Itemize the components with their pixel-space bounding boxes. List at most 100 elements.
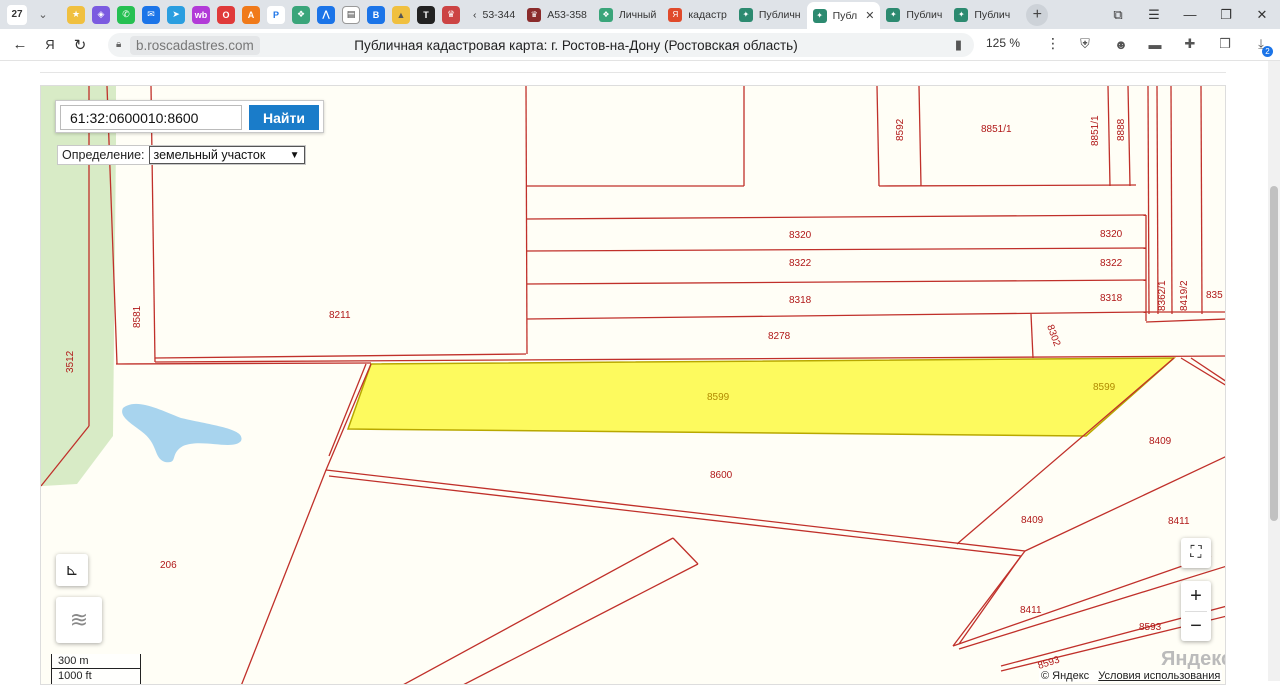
definition-label: Определение: bbox=[62, 148, 145, 162]
wildberries-icon[interactable]: wb bbox=[192, 5, 210, 24]
terms-link[interactable]: Условия использования bbox=[1098, 670, 1220, 682]
parcel-label: 8320 bbox=[1100, 229, 1123, 240]
tab-4[interactable]: Я кадастр bbox=[662, 3, 733, 27]
parcel-label: 8409 bbox=[1149, 436, 1172, 447]
selected-parcel-label: 8599 bbox=[1093, 382, 1116, 393]
yandex-logo: Яндекс bbox=[1161, 648, 1226, 670]
parcel-label: 8581 bbox=[132, 305, 143, 328]
folder-icon[interactable]: ▲ bbox=[392, 5, 410, 24]
parcel-label: 8593 bbox=[1139, 622, 1162, 633]
tab-1[interactable]: ‹ 53-344 bbox=[467, 3, 521, 27]
zoom-out-button[interactable]: − bbox=[1190, 612, 1202, 641]
map-canvas[interactable]: 8592 8851/1 8851/1 8888 8320 8320 8322 8… bbox=[41, 86, 1226, 685]
page-content: 8592 8851/1 8851/1 8888 8320 8320 8322 8… bbox=[0, 61, 1268, 685]
yandex-icon: Я bbox=[668, 7, 683, 22]
tab-2[interactable]: ♛ А53-358 bbox=[521, 3, 593, 27]
menu-icon[interactable]: ☰ bbox=[1136, 7, 1172, 23]
extension-avatar-icon[interactable]: ☻ bbox=[1112, 35, 1130, 53]
parcel-label: 3512 bbox=[65, 350, 76, 373]
b-icon[interactable]: B bbox=[367, 5, 385, 24]
apps-icon: ❖ bbox=[598, 7, 613, 22]
cadastral-number-input[interactable] bbox=[60, 105, 242, 130]
parcel-label: 8362/1 bbox=[1157, 280, 1168, 311]
tab-8[interactable]: ✦ Публич bbox=[948, 3, 1016, 27]
arrow-icon[interactable]: ⋀ bbox=[317, 5, 335, 24]
page-scrollbar[interactable] bbox=[1268, 61, 1280, 681]
parcel-label: 8592 bbox=[895, 118, 906, 141]
whatsapp-icon[interactable]: ✆ bbox=[117, 5, 135, 24]
close-window-icon[interactable]: ✕ bbox=[1244, 7, 1280, 23]
parcel-label: 8302 bbox=[1044, 323, 1062, 348]
hat-icon[interactable]: ▬ bbox=[1146, 35, 1164, 53]
shield-icon[interactable]: ⛨ bbox=[1076, 35, 1094, 53]
parcel-label: 8322 bbox=[1100, 258, 1123, 269]
tab-active[interactable]: ✦ Публ ✕ bbox=[806, 2, 881, 29]
parcel-label: 8888 bbox=[1116, 118, 1127, 141]
parcel-label: 8411 bbox=[1168, 516, 1190, 527]
chevron-down-icon[interactable]: ⌄ bbox=[33, 5, 53, 25]
tab-3[interactable]: ❖ Личный bbox=[593, 3, 662, 27]
cadastral-map[interactable]: 8592 8851/1 8851/1 8888 8320 8320 8322 8… bbox=[40, 85, 1226, 685]
ruler-button[interactable]: ⊾ bbox=[56, 554, 88, 586]
tab-search-icon[interactable]: ⧉ bbox=[1100, 7, 1136, 23]
collections-icon[interactable]: ❒ bbox=[1216, 35, 1234, 53]
aliexpress-icon[interactable]: A bbox=[242, 5, 260, 24]
mail-icon[interactable]: ✉ bbox=[142, 5, 160, 24]
cube-icon[interactable]: ◈ bbox=[92, 5, 110, 24]
parcel-label: 8320 bbox=[789, 230, 812, 241]
find-button[interactable]: Найти bbox=[249, 105, 319, 130]
p-icon[interactable]: P bbox=[267, 5, 285, 24]
document-icon[interactable]: ▤ bbox=[342, 5, 360, 24]
tv-icon[interactable]: T bbox=[417, 5, 435, 24]
water-body bbox=[122, 403, 242, 463]
downloads-badge: 2 bbox=[1262, 46, 1273, 57]
emblem-icon[interactable]: ♛ bbox=[442, 5, 460, 24]
yandex-button[interactable]: Я bbox=[40, 35, 60, 55]
fullscreen-button[interactable]: ⛶ bbox=[1181, 538, 1211, 568]
parcel-label: 206 bbox=[160, 560, 177, 571]
parcel-label: 8322 bbox=[789, 258, 812, 269]
cadastre-icon: ✦ bbox=[738, 7, 753, 22]
definition-select[interactable]: земельный участок ▼ bbox=[148, 146, 305, 164]
close-icon[interactable]: ✕ bbox=[865, 9, 874, 22]
window-controls: ⧉ ☰ — ❐ ✕ bbox=[1100, 0, 1280, 29]
restore-icon[interactable]: ❐ bbox=[1208, 7, 1244, 23]
tab-counter[interactable]: 27 bbox=[7, 4, 27, 25]
address-domain: b.roscadastres.com bbox=[130, 35, 260, 55]
more-icon[interactable]: ⋮ bbox=[1046, 35, 1060, 52]
tab-7[interactable]: ✦ Публич bbox=[880, 3, 948, 27]
star-icon[interactable]: ★ bbox=[67, 5, 85, 24]
puzzle-icon[interactable]: ✚ bbox=[1181, 35, 1199, 53]
zoom-level[interactable]: 125 % bbox=[986, 36, 1020, 50]
back-icon[interactable]: ← bbox=[10, 35, 30, 55]
address-bar[interactable]: 🔒︎ b.roscadastres.com Публичная кадастро… bbox=[108, 33, 974, 57]
layers-button[interactable]: ≋ bbox=[56, 597, 102, 643]
lock-icon[interactable]: 🔒︎ bbox=[116, 39, 126, 51]
selected-parcel-8599[interactable] bbox=[346, 357, 1176, 437]
chevron-left-icon: ‹ bbox=[473, 8, 477, 21]
ozon-icon[interactable]: O bbox=[217, 5, 235, 24]
new-tab-button[interactable]: + bbox=[1026, 3, 1049, 26]
browser-tab-strip: 27 ⌄ ★ ◈ ✆ ✉ ➤ wb O A P ❖ ⋀ ▤ B ▲ T ♛ ‹ … bbox=[0, 0, 1280, 29]
divider bbox=[40, 72, 1226, 73]
address-page-title: Публичная кадастровая карта: г. Ростов-н… bbox=[354, 37, 798, 53]
telegram-icon[interactable]: ➤ bbox=[167, 5, 185, 24]
minimize-icon[interactable]: — bbox=[1172, 7, 1208, 22]
tab-5[interactable]: ✦ Публичн bbox=[733, 3, 807, 27]
layers-icon: ≋ bbox=[69, 607, 89, 632]
reload-icon[interactable]: ↻ bbox=[70, 35, 90, 55]
zoom-in-button[interactable]: + bbox=[1190, 581, 1202, 611]
scale-metric: 300 m bbox=[51, 654, 141, 669]
emblem-icon: ♛ bbox=[527, 7, 542, 22]
apps-icon[interactable]: ❖ bbox=[292, 5, 310, 24]
zoom-control: + − bbox=[1181, 581, 1211, 641]
scrollbar-thumb[interactable] bbox=[1270, 186, 1278, 521]
cadastre-icon: ✦ bbox=[812, 8, 827, 23]
cadastre-icon: ✦ bbox=[954, 7, 969, 22]
bookmark-icon[interactable]: ▮ bbox=[955, 37, 962, 53]
parcel-label: 8600 bbox=[710, 470, 733, 481]
scale-bar: 300 m 1000 ft bbox=[51, 654, 141, 684]
pinned-tabs: ★ ◈ ✆ ✉ ➤ wb O A P ❖ ⋀ ▤ B ▲ T ♛ bbox=[67, 5, 467, 24]
parcel-label: 8278 bbox=[768, 331, 791, 342]
chevron-down-icon: ▼ bbox=[289, 149, 300, 161]
